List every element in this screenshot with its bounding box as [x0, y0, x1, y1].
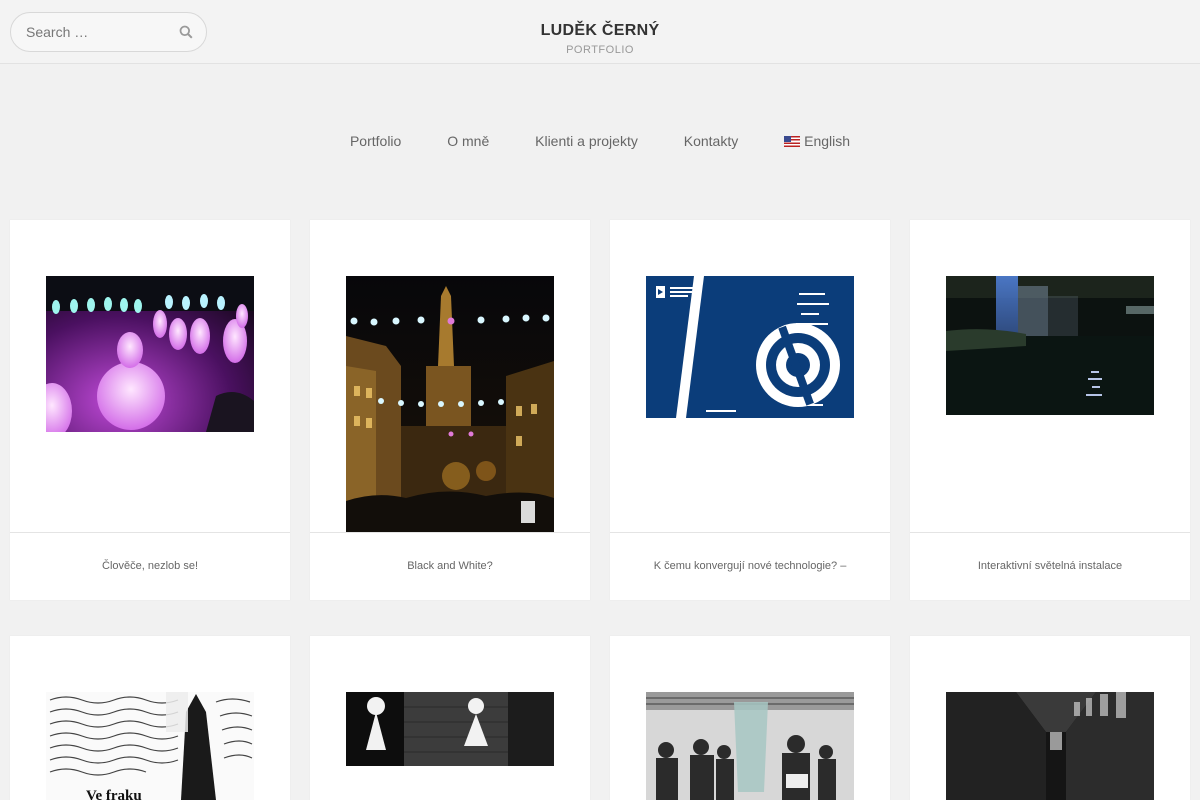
- poster-text: Ve fraku: [86, 788, 142, 800]
- portfolio-item-title[interactable]: Člověče, nezlob se!: [10, 560, 290, 572]
- portfolio-card[interactable]: [910, 636, 1190, 800]
- portfolio-item-title[interactable]: Interaktivní světelná instalace: [910, 560, 1190, 572]
- site-subtitle: PORTFOLIO: [566, 44, 634, 56]
- card-divider: [910, 532, 1190, 533]
- nav-item-klienti-a-projekty[interactable]: Klienti a projekty: [535, 133, 638, 149]
- portfolio-thumbnail-exhibition[interactable]: [646, 692, 854, 800]
- nav-item-english-label: English: [804, 133, 851, 150]
- portfolio-card[interactable]: Člověče, nezlob se!: [10, 220, 290, 600]
- main-nav: Portfolio O mně Klienti a projekty Konta…: [0, 132, 1200, 154]
- portfolio-thumbnail-pins[interactable]: [46, 276, 254, 432]
- portfolio-card[interactable]: [310, 636, 590, 800]
- portfolio-thumbnail-book[interactable]: [646, 276, 854, 418]
- nav-item-o-mne[interactable]: O mně: [447, 133, 489, 149]
- portfolio-item-title[interactable]: Black and White?: [310, 560, 590, 572]
- card-divider: [610, 532, 890, 533]
- nav-item-portfolio[interactable]: Portfolio: [350, 133, 401, 149]
- nav-item-english[interactable]: English: [784, 133, 850, 149]
- portfolio-card[interactable]: Black and White?: [310, 220, 590, 600]
- nav-item-kontakty[interactable]: Kontakty: [684, 133, 738, 149]
- site-title[interactable]: LUDĚK ČERNÝ: [0, 22, 1200, 40]
- portfolio-card[interactable]: [610, 636, 890, 800]
- portfolio-thumbnail-cones[interactable]: [346, 692, 554, 766]
- portfolio-thumbnail-poster[interactable]: Ve fraku: [46, 692, 254, 800]
- us-flag-icon: [784, 136, 801, 148]
- card-divider: [310, 532, 590, 533]
- portfolio-thumbnail-light-installation[interactable]: [946, 276, 1154, 415]
- portfolio-card[interactable]: Ve fraku: [10, 636, 290, 800]
- portfolio-thumbnail-corridor[interactable]: [946, 692, 1154, 800]
- portfolio-card[interactable]: Interaktivní světelná instalace: [910, 220, 1190, 600]
- portfolio-thumbnail-street[interactable]: [346, 276, 554, 532]
- card-divider: [10, 532, 290, 533]
- portfolio-item-title[interactable]: K čemu konvergují nové technologie? –: [610, 560, 890, 572]
- site-header: LUDĚK ČERNÝ PORTFOLIO: [0, 0, 1200, 64]
- portfolio-card[interactable]: K čemu konvergují nové technologie? –: [610, 220, 890, 600]
